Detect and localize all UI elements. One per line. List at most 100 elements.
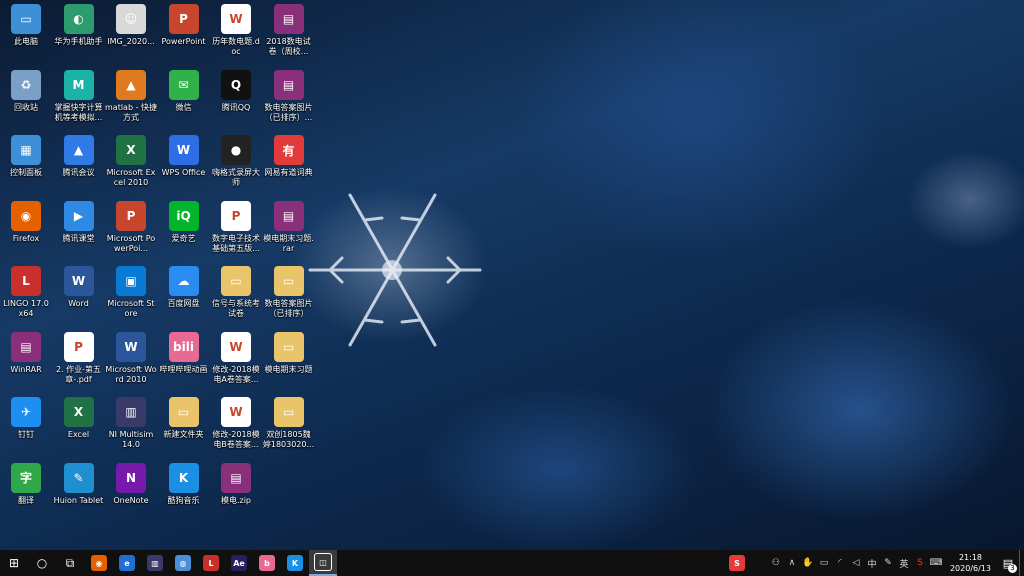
desktop-icon[interactable]: W 历年数电题.doc	[210, 4, 262, 57]
desktop-icon[interactable]: ▥ NI Multisim 14.0	[105, 397, 157, 450]
taskbar-app-firefox[interactable]: ◉	[85, 550, 113, 576]
desktop-icon[interactable]: ▲ matlab - 快捷方式	[105, 69, 157, 123]
language-icon[interactable]: 英	[896, 550, 912, 576]
taskbar-app-multisim[interactable]: ▥	[141, 550, 169, 576]
desktop-icon[interactable]: 有网易有道词典	[263, 135, 315, 178]
app-icon: W	[221, 397, 251, 427]
network-icon[interactable]: ◜	[832, 550, 848, 576]
pen-icon[interactable]: ✎	[880, 550, 896, 576]
wps-tray-icon: S	[728, 555, 745, 571]
pen-workspace-icon[interactable]: ✋	[800, 550, 816, 576]
desktop-icon[interactable]: ▣ Microsoft Store	[105, 266, 157, 319]
desktop-icon[interactable]: W Microsoft Word 2010	[105, 331, 157, 385]
app-icon: 字	[11, 462, 41, 493]
desktop-icon-label: Microsoft Excel 2010	[106, 168, 156, 187]
show-desktop-button[interactable]	[1019, 550, 1024, 576]
desktop-icon[interactable]: P 数字电子技术基础第五版...	[210, 200, 262, 254]
app-icon: L	[11, 266, 41, 296]
desktop-icon-label: NI Multisim 14.0	[108, 430, 154, 449]
desktop-icon[interactable]: P PowerPoint	[158, 4, 210, 47]
taskbar-app-kugou[interactable]: K	[281, 550, 309, 576]
desktop-icon[interactable]: P Microsoft PowerPoi...	[105, 200, 157, 254]
desktop-icon[interactable]: ▦ 控制面板	[0, 135, 52, 178]
chevron-up-icon[interactable]: ∧	[784, 550, 800, 576]
action-center-button[interactable]: ▤ 3	[997, 550, 1019, 576]
desktop-icon[interactable]: ▭ 模电期末习题	[263, 331, 315, 375]
desktop-icon[interactable]: ◉ Firefox	[0, 200, 52, 244]
app-icon: ●	[221, 135, 251, 165]
taskbar-pinned-apps: ◉ e ▥ ◍ L Ae b K ◫	[85, 550, 337, 576]
desktop-icon[interactable]: ▤ WinRAR	[0, 331, 52, 375]
desktop-icon[interactable]: ▭ 此电脑	[0, 4, 52, 47]
search-button[interactable]: ○	[28, 550, 56, 576]
app-icon: bili	[168, 331, 199, 362]
taskbar-app-globe[interactable]: ◍	[169, 550, 197, 576]
desktop-icon-label: 华为手机助手	[54, 37, 103, 46]
desktop-icon[interactable]: ✈ 钉钉	[0, 397, 52, 440]
desktop-icon[interactable]: ☺ IMG_2020...	[105, 4, 157, 47]
input-method-icon[interactable]: 中	[864, 550, 880, 576]
desktop-icon[interactable]: X Excel	[53, 397, 105, 440]
desktop-icon[interactable]: ● 嗨格式录屏大师	[210, 135, 262, 188]
app-icon: ▭	[273, 266, 304, 296]
desktop-icon[interactable]: ♻ 回收站	[0, 69, 52, 113]
desktop-icon[interactable]: ▤ 模电.zip	[210, 462, 262, 506]
desktop-icon-label: 网易有道词典	[264, 168, 313, 177]
tray-wps-app[interactable]: S	[726, 550, 748, 576]
keyboard-icon[interactable]: ⌨	[928, 550, 944, 576]
desktop-icon[interactable]: N OneNote	[105, 462, 157, 506]
desktop-icon[interactable]: P 2. 作业-第五章-.pdf	[53, 331, 105, 385]
task-view-button[interactable]: ⧉	[56, 550, 84, 576]
app-icon: X	[63, 397, 94, 427]
desktop-icon-label: Microsoft PowerPoi...	[106, 233, 156, 253]
desktop-icon-label: 新建文件夹	[163, 430, 204, 439]
desktop-icon[interactable]: W WPS Office	[158, 135, 210, 178]
desktop-icon[interactable]: ▤ 模电期末习题.rar	[263, 200, 315, 254]
taskbar-app-screen-recorder[interactable]: ◫	[309, 550, 337, 576]
desktop-icon[interactable]: ▭ 数电答案图片（已排序）	[263, 266, 315, 319]
desktop-icon[interactable]: ▤ 数电答案图片（已排序）...	[263, 69, 315, 123]
desktop-icon[interactable]: X Microsoft Excel 2010	[105, 135, 157, 188]
taskbar-app-bilibili[interactable]: b	[253, 550, 281, 576]
desktop-icon[interactable]: L LINGO 17.0 x64	[0, 266, 52, 319]
people-icon[interactable]: ⚇	[768, 550, 784, 576]
desktop-icon[interactable]: ▤ 2018数电试卷（周校...	[263, 4, 315, 57]
search-icon: ○	[36, 556, 48, 570]
app-icon: ▭	[273, 397, 304, 427]
desktop-icon[interactable]: M 掌握快字计算机等考模拟...	[53, 69, 105, 123]
desktop-icon[interactable]: Q 腾讯QQ	[210, 69, 262, 113]
desktop-icon[interactable]: W Word	[53, 266, 105, 309]
desktop-icon[interactable]: ▭ 信号与系统考试卷	[210, 266, 262, 319]
taskbar-app-lingo[interactable]: L	[197, 550, 225, 576]
app-icon: ✎	[63, 462, 94, 493]
desktop-icon-label: 模电.zip	[220, 495, 252, 505]
desktop-icon[interactable]: iQ 爱奇艺	[158, 200, 210, 244]
volume-icon[interactable]: ◁	[848, 550, 864, 576]
desktop-icon[interactable]: ☁ 百度网盘	[158, 266, 210, 309]
desktop-icon[interactable]: ✎ Huion Tablet	[53, 462, 105, 506]
desktop-icon[interactable]: ▭ 新建文件夹	[158, 397, 210, 440]
app-icon: ☺	[116, 4, 146, 34]
desktop-icon[interactable]: ▭ 双创1805魏婷1803020...	[263, 397, 315, 450]
lingo-icon: L	[203, 555, 219, 571]
desktop-icon-label: 模电期末习题.rar	[263, 233, 314, 253]
desktop-icon-label: 钉钉	[18, 430, 34, 439]
desktop-icon[interactable]: K 酷狗音乐	[158, 462, 210, 506]
desktop-icon[interactable]: ✉ 微信	[158, 69, 210, 113]
desktop-icon[interactable]: ◐ 华为手机助手	[53, 4, 105, 47]
desktop-icon-label: 修改-2018模电B卷答案...	[212, 430, 260, 449]
desktop-icon[interactable]: ▶ 腾讯课堂	[53, 200, 105, 244]
app-icon: ◉	[11, 200, 41, 231]
start-button[interactable]: ⊞	[0, 550, 28, 576]
desktop-icon[interactable]: bili 哔哩哔哩动画	[158, 331, 210, 375]
app-icon: ▤	[11, 331, 41, 362]
battery-icon[interactable]: ▭	[816, 550, 832, 576]
taskbar-app-edge[interactable]: e	[113, 550, 141, 576]
taskbar-app-after-effects[interactable]: Ae	[225, 550, 253, 576]
desktop-icon[interactable]: W 修改-2018模电A卷答案...	[210, 331, 262, 385]
wps-cloud-icon[interactable]: S	[912, 550, 928, 576]
desktop-icon[interactable]: W 修改-2018模电B卷答案...	[210, 397, 262, 450]
desktop-icon[interactable]: 字翻译	[0, 462, 52, 506]
clock[interactable]: 21:18 2020/6/13	[944, 552, 997, 574]
desktop-icon[interactable]: ▲ 腾讯会议	[53, 135, 105, 178]
